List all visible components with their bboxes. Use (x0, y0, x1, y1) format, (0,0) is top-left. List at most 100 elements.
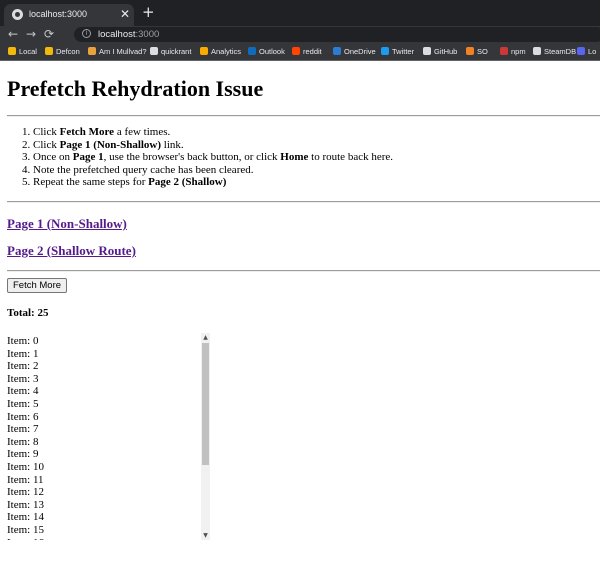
instruction-step: Once on Page 1, use the browser's back b… (33, 151, 393, 164)
bookmark-outlook[interactable]: Outlook (248, 43, 285, 60)
bookmark-favicon-icon (423, 47, 431, 55)
bookmark-favicon-icon (333, 47, 341, 55)
site-info-icon[interactable]: i (82, 29, 91, 38)
items-list[interactable]: Item: 0 Item: 1 Item: 2 Item: 3 Item: 4 Item:… (0, 333, 210, 540)
step-text: , use the browser's back button, or clic… (103, 151, 281, 164)
bookmark-label: Lo (588, 47, 597, 56)
step-text: link. (161, 138, 184, 151)
reload-icon[interactable]: ⟳ (44, 26, 54, 43)
back-arrow-icon[interactable]: ← (8, 26, 18, 43)
step-text: Repeat the same steps for (33, 176, 149, 189)
list-item: Item: 10 (7, 460, 44, 473)
bookmark-favicon-icon (45, 47, 53, 55)
bookmark-favicon-icon (292, 47, 300, 55)
bookmark-label: Am I Mullvad? (99, 47, 147, 56)
list-item: Item: 12 (7, 486, 44, 499)
bookmark-favicon-icon (8, 47, 16, 55)
new-tab-button[interactable]: + (142, 4, 155, 20)
list-item: Item: 15 (7, 523, 44, 536)
step-emphasis: Page 1 (72, 151, 104, 164)
bookmark-favicon-icon (500, 47, 508, 55)
page-title: Prefetch Rehydration Issue (7, 76, 264, 101)
bookmark-favicon-icon (150, 47, 158, 55)
browser-toolbar: ← → ⟳ i localhost:3000 (0, 26, 600, 43)
instruction-step: Click Page 1 (Non-Shallow) link. (33, 139, 393, 152)
list-item: Item: 0 (7, 335, 39, 347)
list-item: Item: 4 (7, 385, 39, 398)
bookmark-label: SteamDB (544, 47, 577, 56)
bookmark-favicon-icon (88, 47, 96, 55)
bookmark-label: Analytics (211, 47, 242, 56)
bookmark-favicon-icon (466, 47, 474, 55)
page-content: Prefetch Rehydration Issue Click Fetch M… (0, 61, 600, 587)
bookmark-steamdb[interactable]: SteamDB (533, 43, 576, 60)
bookmark-local[interactable]: Local (8, 43, 37, 60)
browser-tab[interactable]: localhost:3000 ✕ (4, 4, 134, 26)
list-item: Item: 7 (7, 423, 39, 436)
scrollbar-thumb[interactable] (202, 343, 209, 465)
instruction-step: Click Fetch More a few times. (33, 126, 393, 139)
step-emphasis: Home (280, 151, 309, 164)
bookmark-quickrant[interactable]: quickrant (150, 43, 191, 60)
step-emphasis: Fetch More (59, 126, 115, 138)
fetch-more-button[interactable]: Fetch More (7, 278, 68, 293)
scrollbar[interactable]: ▲ ▼ (201, 333, 210, 540)
bookmarks-bar: Local Defcon Am I Mullvad? quickrant Analyti… (0, 43, 600, 60)
address-url[interactable]: localhost:3000 (98, 28, 159, 41)
list-item: Item: 1 (7, 347, 39, 360)
list-item: Item: 2 (7, 360, 39, 373)
bookmark-label: SO (477, 47, 488, 56)
instruction-step: Repeat the same steps for Page 2 (Shallo… (33, 176, 393, 189)
bookmark-label: GitHub (434, 47, 458, 56)
step-text: Click (33, 126, 60, 138)
bookmark-favicon-icon (533, 47, 541, 55)
close-tab-icon[interactable]: ✕ (120, 7, 130, 21)
page-2-link[interactable]: Page 2 (Shallow Route) (7, 243, 136, 259)
bookmark-so[interactable]: SO (466, 43, 488, 60)
bookmark-onedrive[interactable]: OneDrive (333, 43, 376, 60)
bookmark-lo[interactable]: Lo (577, 43, 596, 60)
list-item: Item: 14 (7, 511, 44, 524)
list-item: Item: 16 (7, 537, 44, 541)
bookmark-reddit[interactable]: reddit (292, 43, 322, 60)
list-item: Item: 5 (7, 397, 39, 410)
divider (7, 115, 600, 117)
scroll-down-arrow-icon[interactable]: ▼ (201, 531, 210, 540)
page-1-link[interactable]: Page 1 (Non-Shallow) (7, 216, 127, 232)
total-count: Total: 25 (7, 307, 49, 319)
globe-icon (12, 9, 23, 20)
instructions-list: Click Fetch More a few times.Click Page … (7, 126, 393, 189)
bookmark-github[interactable]: GitHub (423, 43, 457, 60)
bookmark-defcon[interactable]: Defcon (45, 43, 80, 60)
divider (7, 201, 600, 203)
scroll-up-arrow-icon[interactable]: ▲ (201, 333, 210, 342)
step-text: to route back here. (308, 151, 394, 164)
step-text: Note the prefetched query cache has been… (33, 163, 254, 176)
bookmark-label: OneDrive (344, 47, 376, 56)
bookmark-am-i-mullvad[interactable]: Am I Mullvad? (88, 43, 147, 60)
bookmark-label: Twitter (392, 47, 415, 56)
bookmark-twitter[interactable]: Twitter (381, 43, 414, 60)
forward-arrow-icon[interactable]: → (26, 26, 36, 43)
bookmark-label: reddit (303, 47, 322, 56)
tab-title: localhost:3000 (29, 9, 88, 19)
list-item: Item: 11 (7, 473, 44, 486)
bookmark-favicon-icon (200, 47, 208, 55)
bookmark-npm[interactable]: npm (500, 43, 526, 60)
step-text: a few times. (114, 126, 171, 138)
list-item: Item: 6 (7, 410, 39, 423)
bookmark-favicon-icon (248, 47, 256, 55)
list-item: Item: 8 (7, 435, 39, 448)
tab-strip: localhost:3000 ✕ + (0, 0, 600, 26)
divider (7, 270, 600, 272)
bookmark-favicon-icon (577, 47, 585, 55)
list-item: Item: 9 (7, 448, 39, 461)
bookmark-label: Local (19, 47, 37, 56)
list-item: Item: 13 (7, 498, 44, 511)
step-text: Click (33, 138, 60, 151)
bookmark-analytics[interactable]: Analytics (200, 43, 241, 60)
bookmark-label: Outlook (259, 47, 285, 56)
address-bar[interactable]: i localhost:3000 (74, 27, 600, 42)
bookmark-favicon-icon (381, 47, 389, 55)
instruction-step: Note the prefetched query cache has been… (33, 164, 393, 177)
